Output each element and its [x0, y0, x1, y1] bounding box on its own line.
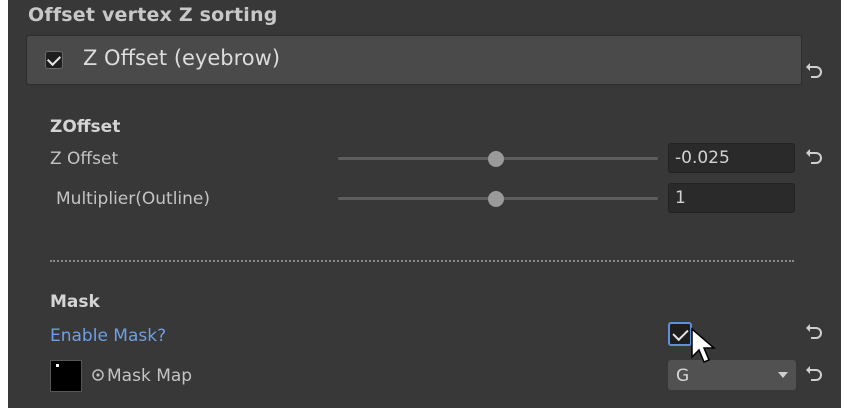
check-icon — [672, 324, 689, 342]
mouse-pointer-icon — [691, 327, 717, 363]
zoffset-foldout-header[interactable]: Z Offset (eyebrow) — [26, 35, 802, 85]
enable-mask-label: Enable Mask? — [50, 326, 167, 346]
mask-group-title: Mask — [50, 292, 100, 312]
zoffset-group-title: ZOffset — [50, 117, 121, 137]
mask-channel-value: G — [676, 366, 690, 386]
mask-map-label: Mask Map — [107, 366, 193, 386]
check-icon — [46, 51, 62, 67]
revert-arrow-icon[interactable] — [805, 322, 825, 342]
chevron-down-icon — [778, 372, 788, 378]
enable-mask-checkbox[interactable] — [668, 322, 692, 346]
mask-channel-dropdown[interactable]: G — [668, 360, 796, 390]
thumbnail-pixel — [56, 364, 59, 367]
revert-arrow-icon[interactable] — [805, 61, 825, 81]
multiplier-label: Multiplier(Outline) — [56, 189, 211, 209]
revert-arrow-icon[interactable] — [805, 147, 825, 167]
multiplier-field[interactable]: 1 — [668, 183, 795, 213]
mask-map-thumbnail[interactable] — [50, 360, 82, 392]
revert-arrow-icon[interactable] — [805, 364, 825, 384]
dotted-separator — [50, 260, 794, 262]
section-header: Offset vertex Z sorting — [28, 4, 278, 26]
multiplier-slider-thumb[interactable] — [488, 191, 504, 207]
zoffset-toggle-label: Z Offset (eyebrow) — [83, 46, 281, 70]
z-offset-label: Z Offset — [50, 149, 119, 169]
z-offset-field[interactable]: -0.025 — [668, 143, 795, 173]
inspector-panel: Offset vertex Z sorting Z Offset (eyebro… — [8, 0, 841, 408]
z-offset-slider-thumb[interactable] — [488, 151, 504, 167]
object-picker-icon[interactable] — [91, 368, 105, 382]
zoffset-checkbox[interactable] — [45, 51, 63, 69]
